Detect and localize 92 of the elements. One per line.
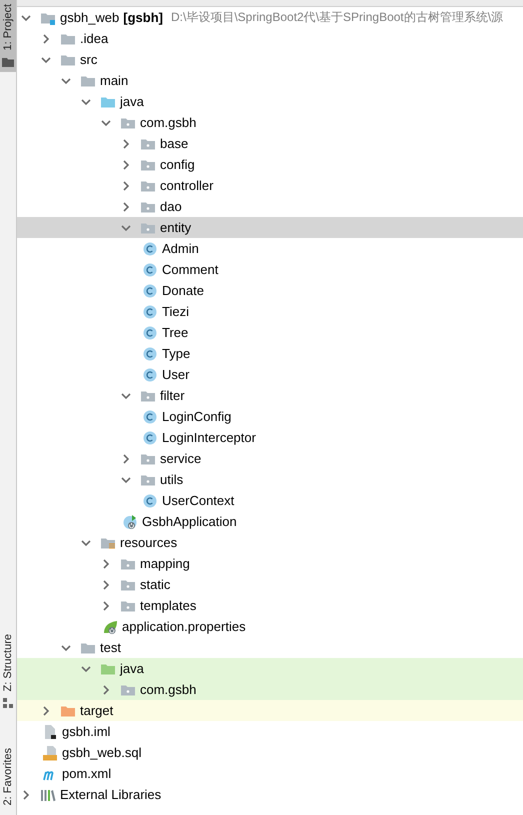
tree-row[interactable]: controller (17, 175, 523, 196)
tree-row[interactable]: gsbh_web [gsbh] D:\毕设项目\SpringBoot2代\基于SPringBoot的古树管理系统\源 (17, 7, 523, 28)
class-icon (142, 492, 158, 508)
node-label: dao (160, 199, 182, 214)
tree-row[interactable]: Tree (17, 322, 523, 343)
grid-icon (1, 696, 15, 710)
module-name: gsbh_web (60, 10, 120, 25)
tree-row[interactable]: templates (17, 595, 523, 616)
class-icon (142, 304, 158, 320)
tree-row[interactable]: config (17, 154, 523, 175)
node-label: External Libraries (60, 787, 162, 802)
tree-row[interactable]: test (17, 637, 523, 658)
node-label: main (100, 73, 128, 88)
node-label: test (100, 640, 121, 655)
tree-row[interactable]: gsbh.iml (17, 721, 523, 742)
node-label: GsbhApplication (142, 514, 237, 529)
node-label: src (80, 52, 98, 67)
node-label: target (80, 703, 114, 718)
tree-row[interactable]: UserContext (17, 490, 523, 511)
node-label: com.gsbh (140, 682, 196, 697)
tree-row[interactable]: Comment (17, 259, 523, 280)
module-tag: [gsbh] (123, 10, 163, 25)
tree-row[interactable]: resources (17, 532, 523, 553)
node-label: pom.xml (62, 766, 112, 781)
class-icon (142, 262, 158, 278)
tool-window-tab[interactable]: Z: Structure (0, 630, 16, 714)
class-icon (142, 366, 158, 382)
tree-row[interactable]: java (17, 658, 523, 679)
node-label: com.gsbh (140, 115, 196, 130)
module-path: D:\毕设项目\SpringBoot2代\基于SPringBoot的古树管理系统\源 (171, 9, 504, 26)
node-label: Tiezi (162, 304, 189, 319)
tool-window-tab[interactable]: 1: Project (0, 0, 16, 72)
tree-row[interactable]: src (17, 49, 523, 70)
node-label: static (140, 577, 170, 592)
tree-row[interactable]: LoginConfig (17, 406, 523, 427)
tree-row[interactable]: External Libraries (17, 784, 523, 805)
node-label: config (160, 157, 195, 172)
node-label: utils (160, 472, 184, 487)
tree-row[interactable]: GsbhApplication (17, 511, 523, 532)
class-icon (142, 282, 158, 298)
tree-row[interactable]: Donate (17, 280, 523, 301)
class-icon (142, 324, 158, 340)
tree-row[interactable]: Tiezi (17, 301, 523, 322)
node-label: mapping (140, 556, 190, 571)
node-label: base (160, 136, 188, 151)
node-label: filter (160, 388, 185, 403)
tree-row[interactable]: service (17, 448, 523, 469)
node-label: UserContext (162, 493, 234, 508)
tree-row[interactable]: LoginInterceptor (17, 427, 523, 448)
tree-row[interactable]: entity (17, 217, 523, 238)
tree-row[interactable]: dao (17, 196, 523, 217)
tree-row[interactable]: pom.xml (17, 763, 523, 784)
tree-row[interactable]: filter (17, 385, 523, 406)
node-label: templates (140, 598, 196, 613)
tree-row[interactable]: gsbh_web.sql (17, 742, 523, 763)
node-label: entity (160, 220, 192, 235)
tree-row[interactable]: Type (17, 343, 523, 364)
tree-row[interactable]: main (17, 70, 523, 91)
node-label: resources (120, 535, 178, 550)
tree-row[interactable]: Admin (17, 238, 523, 259)
node-label: controller (160, 178, 214, 193)
node-label: LoginConfig (162, 409, 232, 424)
tree-row[interactable]: User (17, 364, 523, 385)
tree-row[interactable]: base (17, 133, 523, 154)
tool-window-tab[interactable]: 2: Favorites (0, 744, 16, 809)
node-label: service (160, 451, 202, 466)
tree-row[interactable]: application.properties (17, 616, 523, 637)
class-icon (142, 430, 158, 446)
node-label: User (162, 367, 190, 382)
node-label: Comment (162, 262, 218, 277)
node-label: .idea (80, 31, 108, 46)
tree-row[interactable]: com.gsbh (17, 679, 523, 700)
tree-row[interactable]: java (17, 91, 523, 112)
node-label: java (120, 94, 144, 109)
tree-row[interactable]: mapping (17, 553, 523, 574)
node-label: application.properties (122, 619, 246, 634)
node-label: java (120, 661, 144, 676)
node-label: Type (162, 346, 190, 361)
tree-row[interactable]: utils (17, 469, 523, 490)
tree-row[interactable]: target (17, 700, 523, 721)
tree-row[interactable]: .idea (17, 28, 523, 49)
node-label: Donate (162, 283, 204, 298)
tree-row[interactable]: com.gsbh (17, 112, 523, 133)
node-label: LoginInterceptor (162, 430, 256, 445)
tree-row[interactable]: static (17, 574, 523, 595)
node-label: gsbh_web.sql (62, 745, 142, 760)
class-icon (142, 240, 158, 256)
class-icon (142, 346, 158, 362)
node-label: Admin (162, 241, 199, 256)
class-icon (142, 408, 158, 424)
node-label: gsbh.iml (62, 724, 110, 739)
node-label: Tree (162, 325, 188, 340)
